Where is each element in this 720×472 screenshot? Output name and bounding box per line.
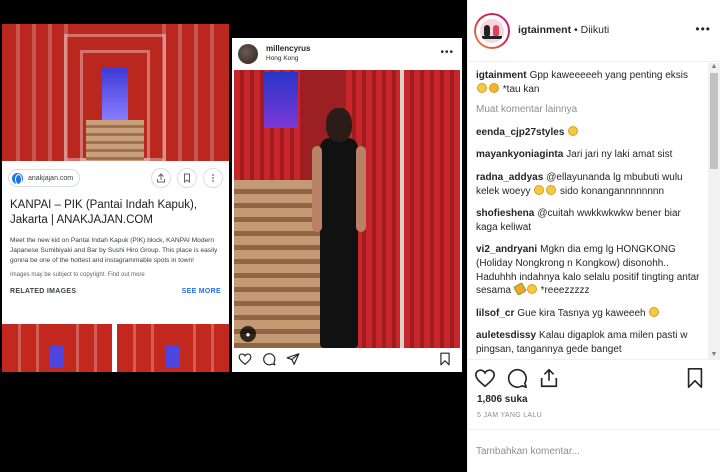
user-tag-icon: ●	[240, 326, 256, 342]
scrollbar-thumb[interactable]	[710, 73, 718, 169]
avatar	[238, 44, 258, 64]
comment-username[interactable]: eenda_cjp27styles	[476, 127, 564, 138]
embedded-username: millencyrus	[266, 44, 311, 53]
heart-icon	[238, 353, 252, 366]
separator-dot: •	[571, 24, 581, 36]
comment-item: auletesdissy Kalau digaplok ama milen pas…	[476, 330, 688, 355]
copyright-note: Images may be subject to copyright. Find…	[10, 272, 145, 278]
more-horiz-icon: •••	[440, 47, 454, 58]
laugh-emoji-icon	[534, 184, 545, 195]
save-icon	[440, 352, 450, 366]
igtainment-logo-icon	[480, 19, 504, 43]
share-icon	[286, 353, 300, 365]
laugh-emoji-icon	[477, 82, 487, 93]
post-header: igtainment • Diikuti •••	[468, 0, 720, 62]
related-thumbnails	[2, 324, 229, 372]
comment-item: eenda_cjp27styles	[476, 125, 700, 140]
related-thumbnail[interactable]	[2, 324, 112, 372]
comment-username[interactable]: auletesdissy	[476, 330, 536, 341]
sad-emoji-icon	[489, 82, 499, 93]
post-username[interactable]: igtainment	[518, 24, 571, 36]
related-images-title: RELATED IMAGES	[10, 288, 77, 295]
comment-item: vi2_andryani Mgkn dia emg lg HONGKONG (Ho…	[476, 244, 700, 297]
google-image-result-card: anakjajan.com KANPAI – PIK (Pantai Indah…	[2, 24, 229, 372]
media-letterbox	[0, 372, 467, 472]
comment-item: radna_addyas @ellayunanda lg mbubuti wulu…	[476, 171, 683, 197]
load-more-comments[interactable]: Muat komentar lainnya	[476, 104, 577, 115]
related-thumbnail[interactable]	[117, 324, 229, 372]
corn-emoji-icon	[512, 282, 527, 296]
add-comment-input[interactable]	[476, 442, 706, 460]
comment-username[interactable]: lilsof_cr	[476, 308, 514, 319]
globe-icon	[12, 172, 23, 185]
comment-item: lilsof_cr Gue kira Tasnya yg kaweeeh	[476, 306, 700, 321]
comment-box	[468, 429, 720, 472]
laugh-emoji-icon	[526, 284, 537, 295]
post-side-panel: igtainment • Diikuti ••• igtainment Gpp k…	[467, 0, 720, 472]
embedded-location: Hong Kong	[266, 55, 299, 62]
post-actions	[468, 359, 720, 399]
avatar[interactable]	[474, 13, 510, 49]
related-images-header: RELATED IMAGES SEE MORE	[2, 288, 229, 295]
comment-username[interactable]: radna_addyas	[476, 172, 543, 183]
bookmark-icon[interactable]	[177, 168, 197, 188]
like-count[interactable]: 1,806 suka	[477, 394, 528, 405]
comment-username[interactable]: shofieshena	[476, 208, 534, 219]
follow-status[interactable]: Diikuti	[581, 24, 610, 36]
result-title[interactable]: KANPAI – PIK (Pantai Indah Kapuk), Jakar…	[2, 198, 229, 228]
comments-scrollbar[interactable]: ▲ ▼	[708, 63, 720, 359]
comment-icon[interactable]	[506, 367, 528, 389]
comment-username[interactable]: igtainment	[476, 70, 527, 81]
scroll-up-icon[interactable]: ▲	[710, 63, 718, 71]
share-icon[interactable]	[151, 168, 171, 188]
share-upload-icon[interactable]	[538, 367, 560, 389]
scroll-down-icon[interactable]: ▼	[710, 351, 718, 359]
comments-list: igtainment Gpp kaweeeeeh yang penting eks…	[468, 63, 708, 359]
more-vert-icon[interactable]	[203, 168, 223, 188]
comment-item: shofieshena @cuitah wwkkwkwkw bener biar …	[476, 208, 681, 233]
laugh-emoji-icon	[546, 184, 557, 195]
hero-image	[2, 24, 229, 161]
save-bookmark-icon[interactable]	[684, 367, 706, 389]
comment-item: mayankyoniaginta Jari jari ny laki amat s…	[476, 149, 673, 161]
source-chip[interactable]: anakjajan.com	[8, 169, 81, 187]
comment-icon	[263, 353, 276, 366]
source-domain: anakjajan.com	[28, 174, 74, 182]
more-options-icon[interactable]: •••	[695, 22, 711, 36]
comment-username[interactable]: mayankyoniaginta	[476, 149, 563, 160]
smile-emoji-icon	[649, 306, 660, 317]
comment-username[interactable]: vi2_andryani	[476, 244, 537, 255]
instagram-post-modal: anakjajan.com KANPAI – PIK (Pantai Indah…	[0, 0, 720, 472]
embedded-instagram-post: millencyrus Hong Kong ••• ●	[232, 38, 462, 372]
caption: igtainment Gpp kaweeeeeh yang penting eks…	[476, 70, 689, 95]
post-media[interactable]: anakjajan.com KANPAI – PIK (Pantai Indah…	[0, 0, 467, 472]
post-timestamp: 5 JAM YANG LALU	[477, 412, 542, 419]
embedded-photo: ●	[234, 70, 460, 348]
see-more-link[interactable]: SEE MORE	[182, 288, 221, 295]
like-heart-icon[interactable]	[474, 367, 496, 389]
smile-emoji-icon	[568, 125, 579, 136]
result-description: Meet the new kid on Pantai Indah Kapuk (…	[10, 237, 218, 264]
